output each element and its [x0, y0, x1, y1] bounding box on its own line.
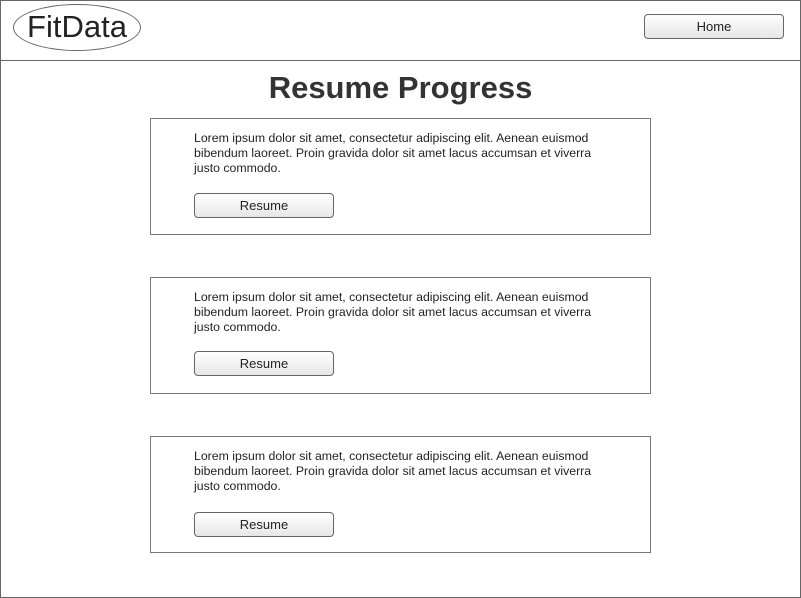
- resume-button[interactable]: Resume: [194, 512, 334, 537]
- page-title: Resume Progress: [268, 70, 533, 105]
- header: FitData Home: [0, 0, 801, 61]
- progress-card: Lorem ipsum dolor sit amet, consectetur …: [150, 436, 651, 553]
- card-text: Lorem ipsum dolor sit amet, consectetur …: [194, 449, 592, 493]
- resume-button[interactable]: Resume: [194, 193, 334, 218]
- resume-button[interactable]: Resume: [194, 351, 334, 376]
- card-text: Lorem ipsum dolor sit amet, consectetur …: [194, 131, 592, 175]
- progress-card: Lorem ipsum dolor sit amet, consectetur …: [150, 277, 651, 394]
- logo[interactable]: FitData: [13, 4, 141, 51]
- home-button[interactable]: Home: [644, 14, 784, 39]
- progress-card: Lorem ipsum dolor sit amet, consectetur …: [150, 118, 651, 235]
- card-text: Lorem ipsum dolor sit amet, consectetur …: [194, 290, 592, 334]
